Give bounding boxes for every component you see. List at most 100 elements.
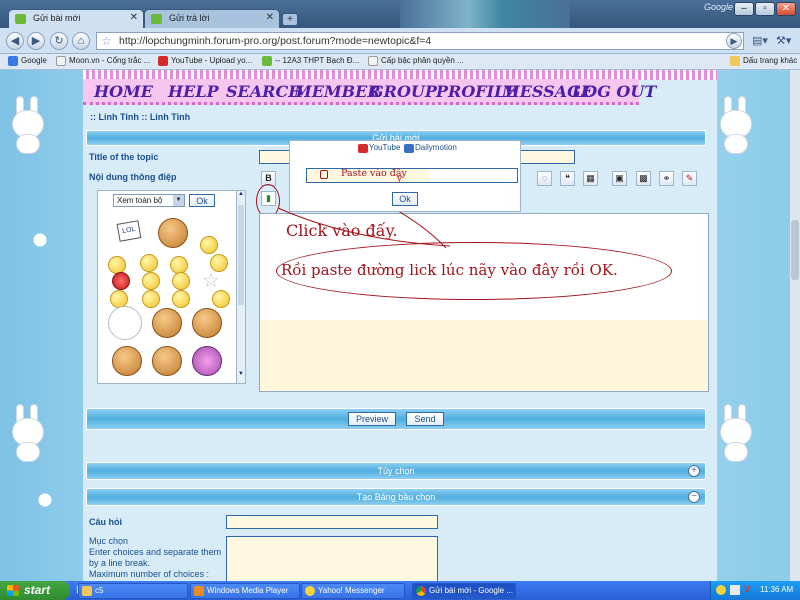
clear-format-icon[interactable]: ✎ — [682, 171, 697, 186]
address-bar[interactable]: ☆ http://lopchungminh.forum-pro.org/post… — [96, 32, 744, 50]
close-window-icon[interactable]: ✕ — [776, 2, 796, 16]
menu-logout[interactable]: LOG OUT — [572, 82, 656, 101]
link-icon[interactable]: ⚭ — [659, 171, 674, 186]
forward-arrow-icon[interactable]: ▶ — [27, 32, 45, 50]
media-icon[interactable]: ▩ — [636, 171, 651, 186]
tray-antivirus-icon[interactable]: V — [744, 584, 750, 594]
editor-text-area[interactable] — [260, 320, 708, 391]
monkey-smiley-icon[interactable] — [192, 346, 222, 376]
taskbar-item-yahoo[interactable]: Yahoo! Messenger — [301, 583, 405, 599]
tray-volume-icon[interactable] — [730, 585, 740, 595]
menu-search[interactable]: SEARCH — [226, 82, 303, 101]
cat-smiley-icon[interactable] — [108, 306, 142, 340]
preview-button[interactable]: Preview — [348, 412, 396, 426]
messenger-icon — [305, 586, 315, 596]
thinking-smiley-icon[interactable] — [142, 272, 160, 290]
image-icon[interactable]: ▣ — [612, 171, 627, 186]
options-bar[interactable]: Tùy chọn — [86, 462, 706, 480]
menu-group[interactable]: GROUP — [370, 82, 437, 101]
star-icon[interactable]: ☆ — [202, 268, 220, 293]
go-arrow-icon[interactable]: ▶ — [726, 33, 742, 49]
bookmark-google[interactable]: Google — [8, 55, 47, 69]
chevron-down-icon[interactable]: ▼ — [237, 371, 245, 381]
smile-icon[interactable] — [108, 256, 126, 274]
chevron-up-icon[interactable]: ▲ — [237, 191, 245, 201]
taskbar-item-c5[interactable]: c5 — [78, 583, 188, 599]
scrollbar-thumb[interactable] — [791, 220, 799, 280]
monkey-smiley-icon[interactable] — [152, 308, 182, 338]
wrench-icon[interactable]: ⚒▾ — [776, 34, 791, 47]
maximize-icon[interactable]: ▫ — [755, 2, 775, 16]
close-tab-icon[interactable]: ✕ — [266, 12, 274, 23]
send-button[interactable]: Send — [406, 412, 444, 426]
bookmark-moon[interactable]: Moon.vn - Cổng trắc ... — [56, 55, 150, 69]
taskbar-item-chrome[interactable]: Gửi bài mới - Google ... — [412, 583, 516, 599]
message-label: Nội dung thông điệp — [89, 172, 177, 182]
minimize-icon[interactable]: – — [734, 2, 754, 16]
browser-brand: Google — [704, 2, 734, 12]
annotation-paste-here: Rồi paste đường lick lúc nãy vào đây rồi… — [281, 261, 618, 279]
expand-icon[interactable]: + — [688, 465, 700, 477]
shock-icon[interactable] — [212, 290, 230, 308]
start-button[interactable]: start — [0, 581, 70, 600]
taskbar-item-media-player[interactable]: Windows Media Player — [190, 583, 300, 599]
dailymotion-icon[interactable] — [404, 144, 414, 153]
question-input[interactable] — [226, 515, 438, 529]
url-text: http://lopchungminh.forum-pro.org/post.f… — [119, 35, 432, 47]
wave-smiley-icon[interactable] — [140, 254, 158, 272]
smiley-scrollbar[interactable]: ▲ ▼ — [236, 190, 246, 384]
lol-sign-icon[interactable]: LOL — [116, 220, 142, 242]
close-tab-icon[interactable]: ✕ — [130, 12, 138, 23]
scrollbar-thumb[interactable] — [238, 205, 244, 305]
page-scrollbar[interactable] — [790, 70, 800, 581]
table-icon[interactable]: ▦ — [583, 171, 598, 186]
tab-new-post[interactable]: Gửi bài mới ✕ — [8, 9, 144, 28]
page-icon[interactable]: ▤▾ — [752, 34, 768, 47]
youtube-icon — [158, 56, 168, 66]
back-arrow-icon[interactable]: ◀ — [6, 32, 24, 50]
tab-reply[interactable]: Gửi trả lời ✕ — [144, 9, 280, 28]
bookmark-youtube[interactable]: YouTube - Upload yo... — [158, 55, 252, 69]
folder-icon — [82, 586, 92, 596]
paste-cursor-icon — [320, 170, 328, 179]
new-tab-button[interactable]: + — [282, 13, 298, 26]
collapse-icon[interactable]: − — [688, 491, 700, 503]
youtube-icon[interactable] — [358, 144, 368, 153]
menu-member[interactable]: MEMBER — [294, 82, 381, 101]
laugh-icon[interactable] — [142, 290, 160, 308]
bunny-decoration-icon — [6, 404, 50, 464]
smiley-select[interactable]: Xem toàn bộ ▼ — [113, 194, 185, 207]
bunny-decoration-icon — [714, 96, 758, 156]
sad-icon[interactable] — [172, 290, 190, 308]
video-ok-button[interactable]: Ok — [392, 192, 418, 206]
home-icon[interactable]: ⌂ — [72, 32, 90, 50]
tray-messenger-icon[interactable] — [716, 585, 726, 595]
menu-home[interactable]: HOME — [94, 82, 153, 101]
bookmark-12a3[interactable]: -- 12A3 THPT Bạch Đ... — [262, 55, 359, 69]
breadcrumb[interactable]: :: Linh Tinh :: Linh Tinh — [90, 112, 190, 122]
smiley-ok-button[interactable]: Ok — [189, 194, 215, 207]
options-title: Tùy chọn — [377, 466, 415, 476]
monkey-smiley-icon[interactable] — [152, 346, 182, 376]
chevron-down-icon: ▼ — [173, 195, 184, 206]
youtube-link[interactable]: YouTube — [369, 143, 400, 152]
star-icon[interactable]: ☆ — [101, 34, 112, 48]
speech-bubble-icon[interactable]: ◌ — [537, 171, 552, 186]
quote-icon[interactable]: ❝ — [560, 171, 575, 186]
chrome-icon — [416, 586, 426, 596]
cool-smiley-icon[interactable] — [172, 272, 190, 290]
menu-help[interactable]: HELP — [168, 82, 219, 101]
smile-icon[interactable] — [200, 236, 218, 254]
monkey-smiley-icon[interactable] — [112, 346, 142, 376]
bookmark-permissions[interactable]: Cấp bậc phân quyền ... — [368, 55, 464, 69]
dailymotion-link[interactable]: Dailymotion — [415, 143, 457, 152]
angry-smiley-icon[interactable] — [112, 272, 130, 290]
google-icon — [8, 56, 18, 66]
reload-icon[interactable]: ↻ — [50, 32, 68, 50]
monkey-smiley-icon[interactable] — [192, 308, 222, 338]
monkey-smiley-icon[interactable] — [158, 218, 188, 248]
bookmark-other[interactable]: Dấu trang khác — [730, 55, 797, 69]
poll-bar[interactable]: Tạo Bảng bầu chọn — [86, 488, 706, 506]
topic-label: Title of the topic — [89, 152, 159, 162]
choices-textarea[interactable] — [226, 536, 438, 582]
